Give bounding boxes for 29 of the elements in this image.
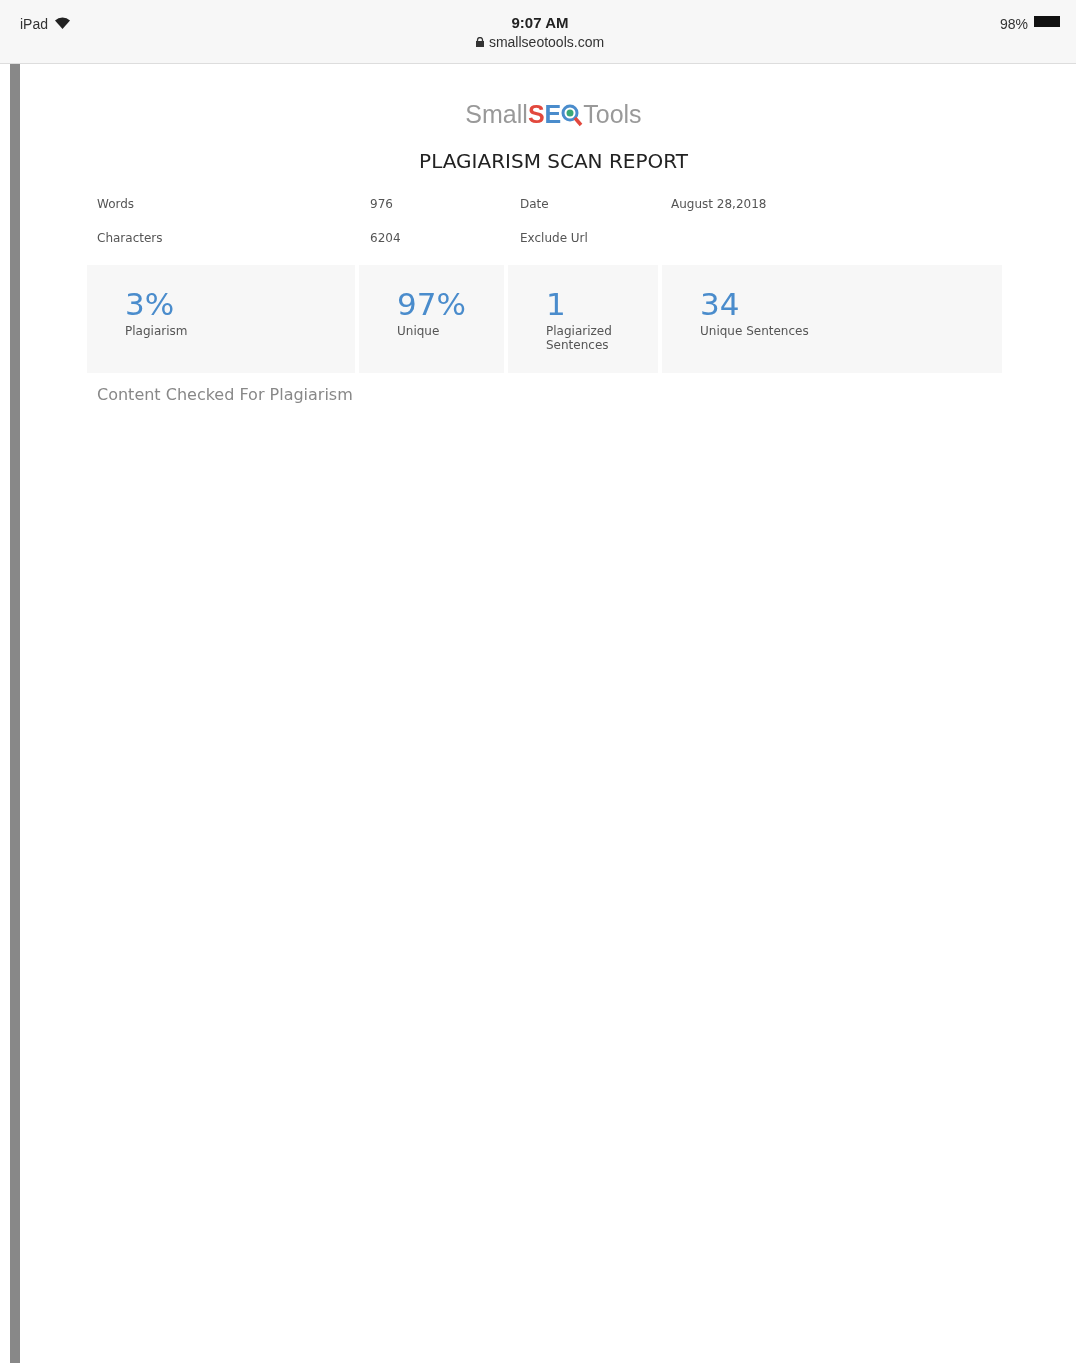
address-text[interactable]: smallseotools.com <box>488 34 605 50</box>
section-heading: Content Checked For Plagiarism <box>97 385 354 404</box>
lock-icon <box>475 37 484 47</box>
logo-text: Tools <box>583 100 642 129</box>
battery-percent: 98% <box>999 16 1028 32</box>
logo-text: Small <box>465 100 528 129</box>
stat-label: Plagiarism <box>125 324 189 338</box>
device-name: iPad <box>20 16 49 32</box>
detail-value: 976 <box>370 197 394 211</box>
stat-label: Unique <box>397 324 441 338</box>
detail-value: 6204 <box>370 231 402 245</box>
logo-letter: S <box>527 100 545 129</box>
stat-label: Plagiarized Sentences <box>546 324 613 352</box>
stat-value: 3% <box>125 289 176 320</box>
battery-icon <box>1034 16 1060 27</box>
report-title: PLAGIARISM SCAN REPORT <box>419 149 688 173</box>
detail-label: Exclude Url <box>520 231 589 245</box>
magnifier-icon <box>561 102 584 127</box>
stat-label: Unique Sentences <box>700 324 810 338</box>
detail-label: Characters <box>97 231 164 245</box>
stat-value: 34 <box>700 289 741 320</box>
stat-value: 97% <box>397 289 467 320</box>
clock: 9:07 AM <box>511 14 569 31</box>
wifi-icon <box>54 16 72 29</box>
detail-label: Words <box>97 197 136 211</box>
detail-value: August 28,2018 <box>671 197 768 211</box>
detail-label: Date <box>520 197 550 211</box>
stat-value: 1 <box>546 289 567 320</box>
logo-letter: E <box>544 100 562 129</box>
